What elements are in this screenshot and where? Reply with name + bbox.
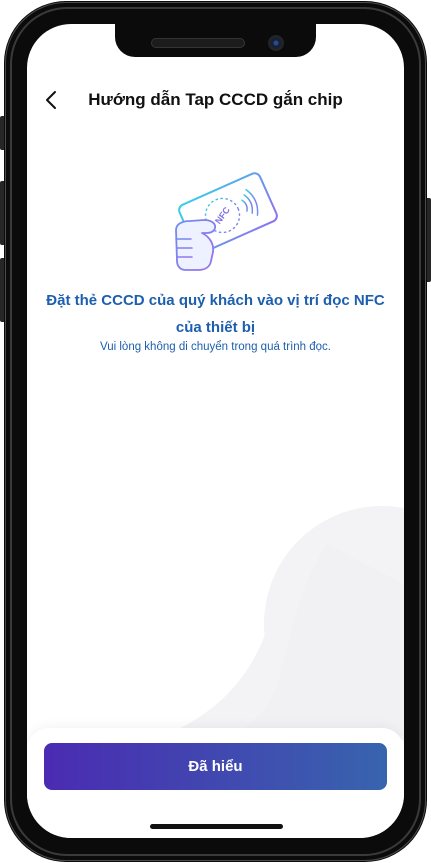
confirm-button[interactable]: Đã hiểu [44, 743, 387, 790]
instruction-title: Đặt thẻ CCCD của quý khách vào vị trí đọ… [27, 287, 404, 341]
notch [115, 24, 316, 57]
nfc-tap-illustration: NFC [160, 160, 280, 280]
chevron-left-icon [46, 91, 56, 109]
speaker-grille [151, 38, 245, 48]
back-button[interactable] [35, 84, 67, 116]
instruction-title-line-2: của thiết bị [175, 319, 256, 336]
power-button [427, 198, 431, 282]
background-decoration [163, 506, 404, 742]
screen: Hướng dẫn Tap CCCD gắn chip NFC Đặt thẻ … [27, 24, 404, 838]
footer-panel: Đã hiểu [27, 728, 404, 838]
instruction-note: Vui lòng không di chuyển trong quá trình… [99, 341, 331, 353]
hand-tap-nfc-card-icon: NFC [175, 172, 278, 271]
front-camera [268, 35, 284, 51]
page-title: Hướng dẫn Tap CCCD gắn chip [88, 90, 343, 109]
hand-icon [175, 219, 217, 271]
phone-frame: Hướng dẫn Tap CCCD gắn chip NFC Đặt thẻ … [4, 1, 427, 862]
instruction-title-line-1: Đặt thẻ CCCD của quý khách vào vị trí đọ… [46, 292, 385, 309]
home-indicator[interactable] [150, 824, 283, 829]
